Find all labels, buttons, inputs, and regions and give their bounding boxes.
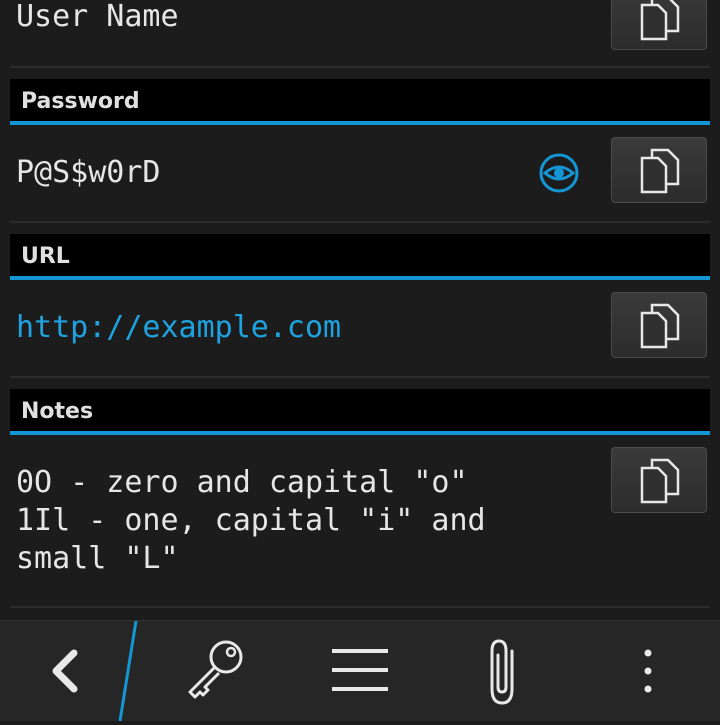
copy-icon (640, 303, 680, 349)
url-link[interactable]: http://example.com (16, 309, 341, 347)
divider (10, 376, 710, 378)
notes-line: small "L" (16, 541, 179, 576)
paperclip-icon (490, 639, 514, 705)
copy-icon (640, 0, 680, 41)
copy-url-button[interactable] (611, 292, 707, 358)
action-bar (0, 620, 720, 721)
section-header-password: Password (10, 79, 710, 125)
copy-password-button[interactable] (611, 137, 707, 203)
section-header-notes: Notes (10, 389, 710, 435)
copy-icon (640, 458, 680, 504)
section-title: Password (21, 89, 140, 114)
copy-notes-button[interactable] (611, 447, 707, 513)
divider (10, 606, 710, 608)
menu-icon (332, 649, 388, 691)
copy-icon (640, 148, 680, 194)
attach-button[interactable] (454, 621, 554, 721)
notes-line: 1Il - one, capital "i" and (16, 503, 486, 538)
entry-details: User Name Password P@S$w0rD URL http://e… (0, 0, 720, 620)
overflow-menu-button[interactable] (600, 621, 700, 721)
section-title: URL (21, 244, 70, 269)
eye-icon[interactable] (537, 151, 581, 195)
back-separator (118, 621, 138, 721)
back-button[interactable] (0, 621, 120, 721)
divider (10, 221, 710, 223)
notes-line: 0O - zero and capital "o" (16, 465, 468, 500)
divider (10, 66, 710, 68)
section-title: Notes (21, 399, 94, 424)
overflow-icon (644, 649, 652, 693)
copy-username-button[interactable] (611, 0, 707, 50)
password-value[interactable]: P@S$w0rD (16, 154, 161, 192)
menu-button[interactable] (310, 621, 410, 721)
back-icon (52, 649, 78, 693)
key-button[interactable] (165, 621, 265, 721)
section-header-url: URL (10, 234, 710, 280)
key-icon (188, 640, 243, 699)
username-value: User Name (16, 0, 179, 34)
